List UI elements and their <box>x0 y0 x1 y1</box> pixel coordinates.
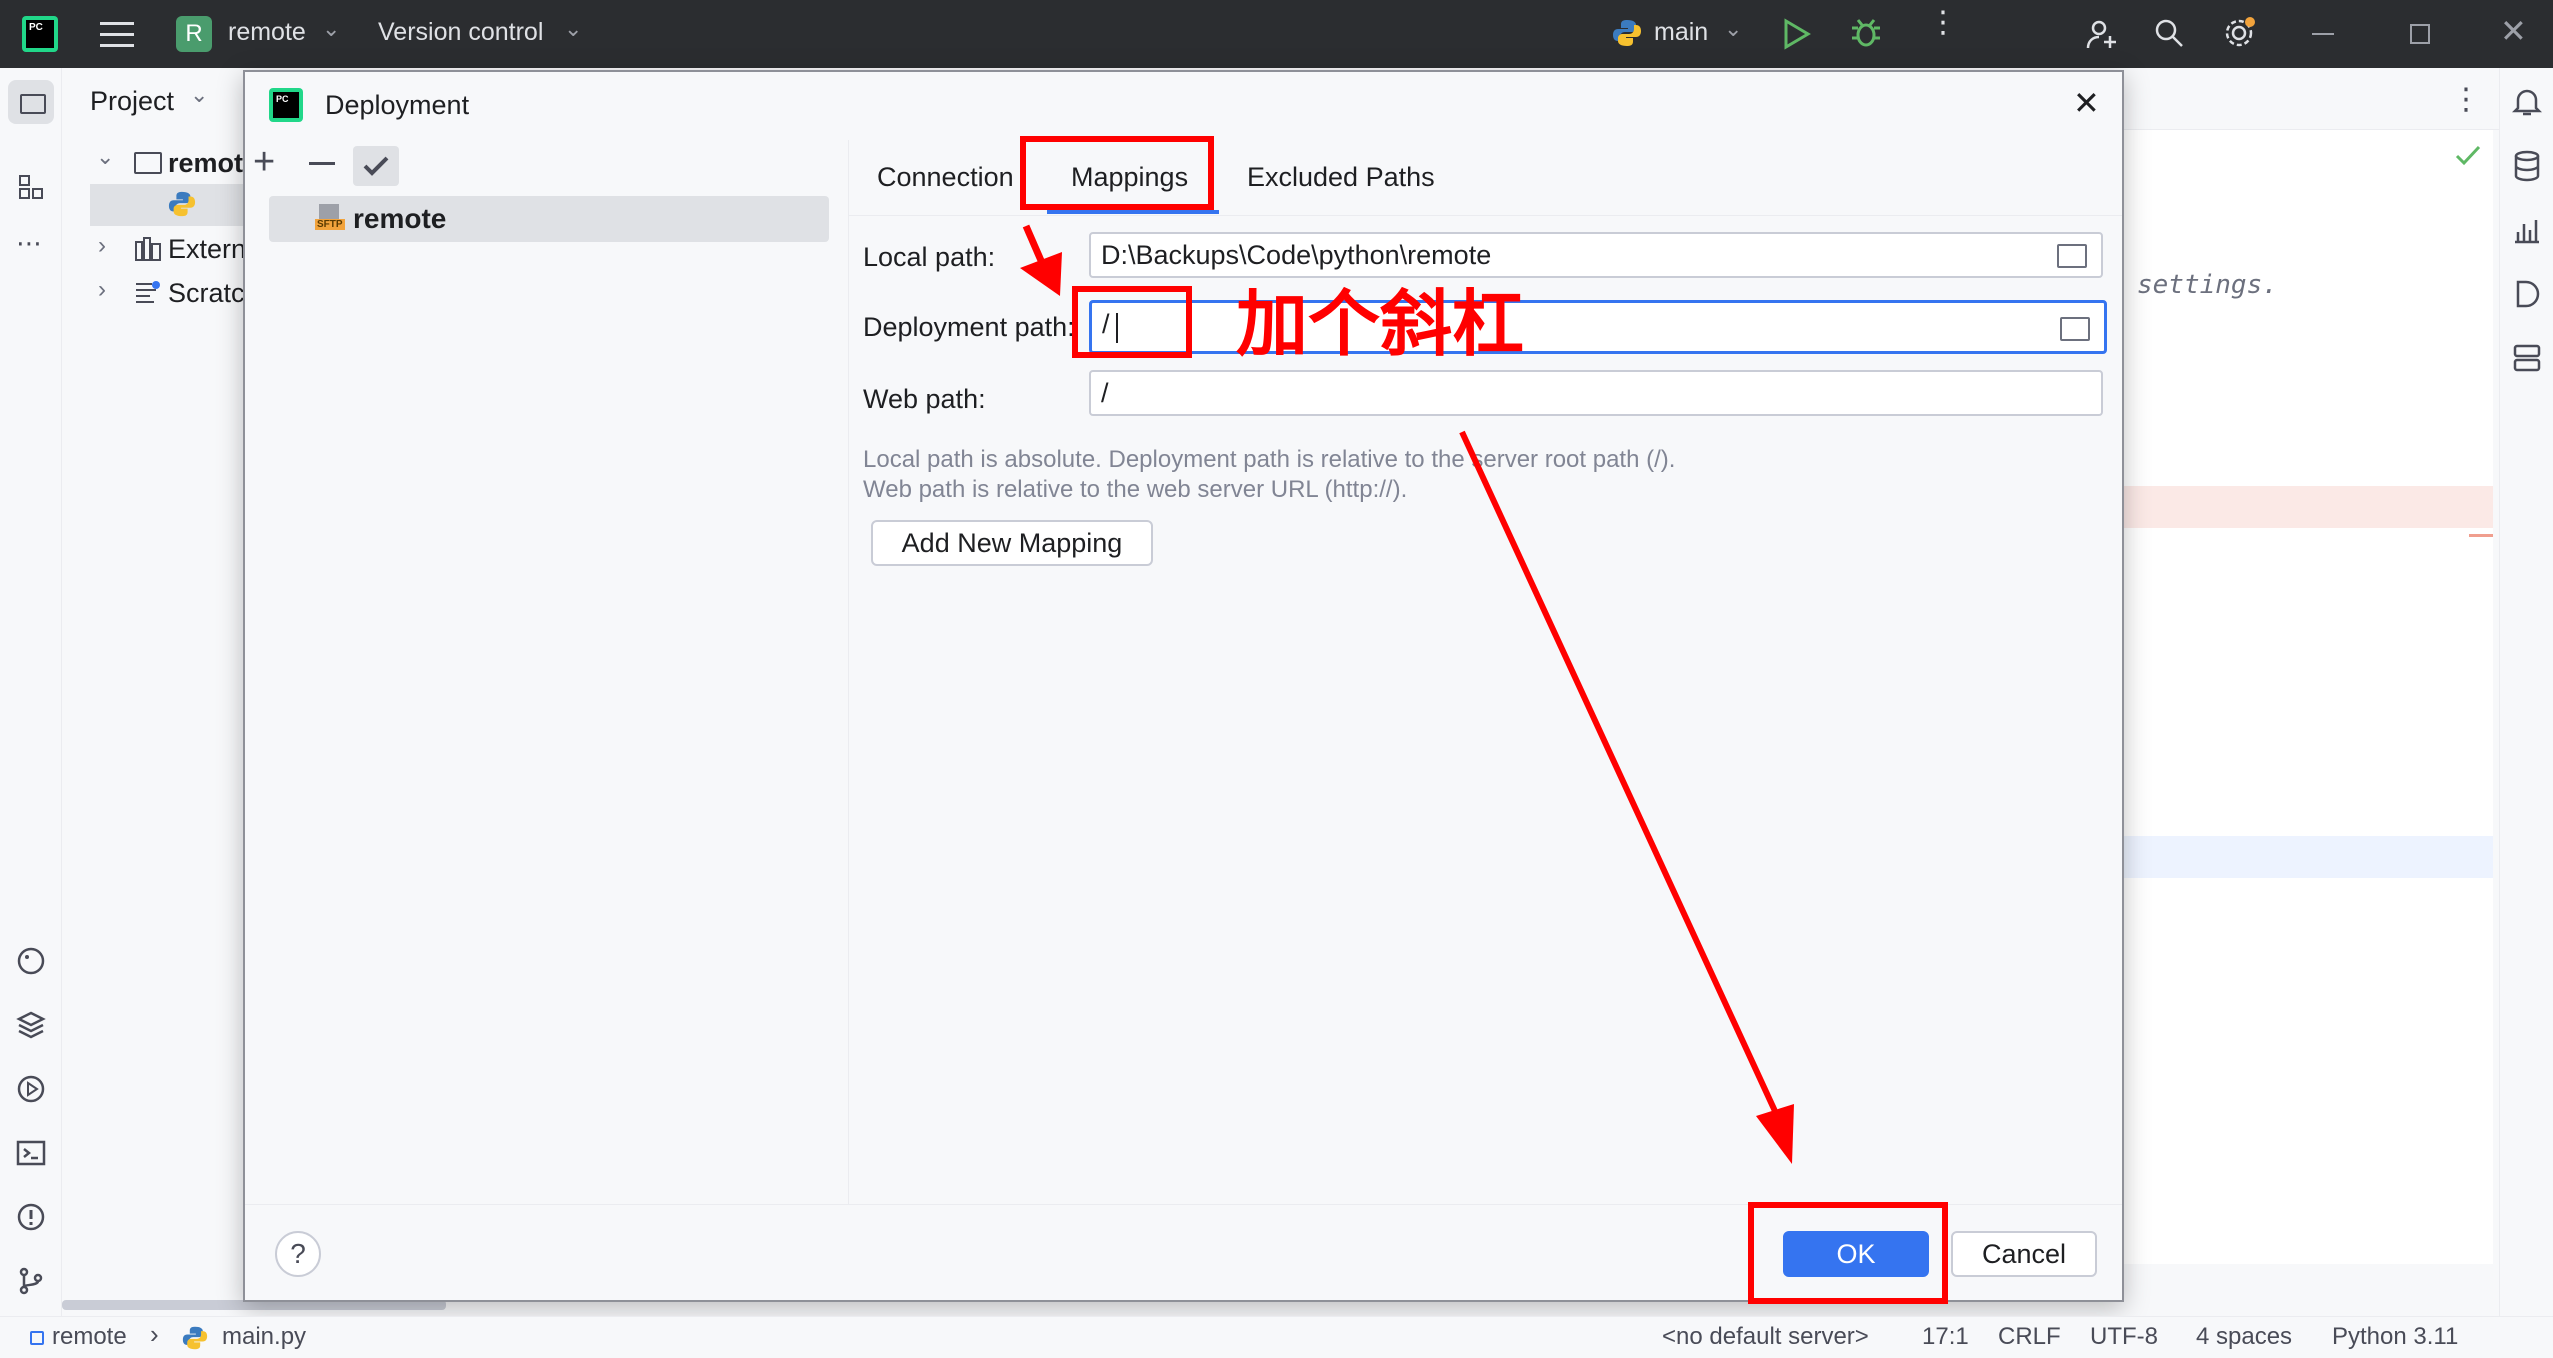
indent-setting[interactable]: 4 spaces <box>2196 1323 2292 1351</box>
python-interpreter[interactable]: Python 3.11 <box>2332 1323 2458 1351</box>
caret-position[interactable]: 17:1 <box>1922 1323 1969 1351</box>
line-separator[interactable]: CRLF <box>1998 1323 2061 1351</box>
annotation-arrows <box>1020 224 1794 1164</box>
arrow-to-ok-button <box>1459 430 1783 1124</box>
status-bar: remote › main.py <no default server> 17:… <box>0 1316 2553 1358</box>
arrow-head-ok <box>1756 1104 1794 1164</box>
chevron-right-icon: › <box>150 1319 159 1349</box>
python-file-icon <box>182 1326 208 1350</box>
file-encoding[interactable]: UTF-8 <box>2090 1323 2158 1351</box>
breadcrumb-file[interactable]: main.py <box>222 1323 306 1351</box>
module-icon <box>30 1331 44 1345</box>
breadcrumb-project[interactable]: remote <box>52 1323 127 1351</box>
deployment-server-widget[interactable]: <no default server> <box>1662 1323 1869 1351</box>
